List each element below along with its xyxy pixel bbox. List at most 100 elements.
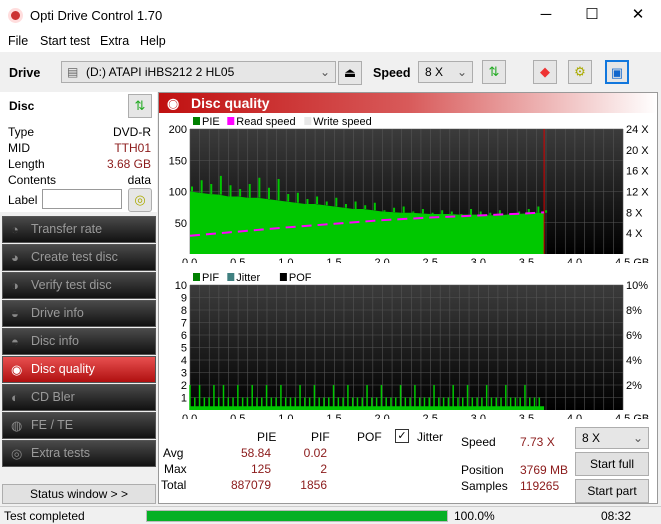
x-tick-label: 3.5 — [519, 257, 534, 263]
mid-value: TTH01 — [114, 141, 151, 155]
chevron-down-icon: ⌄ — [319, 65, 330, 79]
nav-label: Disc info — [31, 334, 79, 348]
disc-info-panel: Disc ⇅ Type DVD-R MID TTH01 Length 3.68 GB … — [0, 92, 157, 212]
disc-length-row: Length 3.68 GB — [8, 157, 151, 171]
x-tick-label: 3.5 — [519, 413, 534, 419]
position-label: Position — [461, 463, 504, 477]
erase-icon[interactable]: ◆ — [533, 60, 557, 84]
legend-label: PIF — [202, 272, 219, 284]
nav-fe-te[interactable]: ◍ FE / TE — [2, 412, 156, 439]
pie-max: 125 — [250, 462, 271, 476]
start-part-button[interactable]: Start part — [575, 479, 649, 503]
disc-refresh-icon[interactable]: ⇅ — [128, 94, 152, 118]
nav-label: Drive info — [31, 306, 84, 320]
x-tick-label: 0.5 — [230, 257, 245, 263]
label-label: Label — [8, 193, 38, 207]
y2-tick-label: 16 X — [626, 166, 649, 178]
pif-avg: 0.02 — [303, 446, 327, 460]
legend-label: PIE — [202, 116, 220, 128]
disc-icon: ◎ — [11, 446, 23, 461]
label-input[interactable] — [42, 189, 122, 209]
disc-icon: ◓ — [11, 334, 19, 349]
jitter-label: Jitter — [417, 430, 444, 444]
jitter-checkbox[interactable]: ✓ — [395, 429, 409, 443]
nav-create-test-disc[interactable]: ◕ Create test disc — [2, 244, 156, 271]
disc-icon: ◑ — [11, 278, 19, 293]
close-button[interactable]: ✕ — [615, 0, 661, 32]
disc-contents-row: Contents data — [8, 173, 151, 187]
legend-swatch — [227, 273, 235, 281]
y2-tick-label: 8% — [626, 305, 642, 317]
length-value: 3.68 GB — [106, 157, 151, 171]
menu-extra[interactable]: Extra — [100, 34, 129, 48]
x-tick-label: 4.0 — [567, 413, 582, 419]
x-tick-label: 0.0 — [182, 257, 197, 263]
pif-total: 1856 — [300, 478, 327, 492]
disc-icon: ◐ — [11, 390, 19, 405]
mid-label: MID — [8, 141, 30, 155]
pie-avg: 58.84 — [240, 446, 271, 460]
status-window-button[interactable]: Status window > > — [2, 484, 156, 504]
nav-verify-test-disc[interactable]: ◑ Verify test disc — [2, 272, 156, 299]
length-label: Length — [8, 157, 45, 171]
y-tick-label: 9 — [181, 293, 187, 305]
speed-select[interactable]: 8 X ⌄ — [418, 61, 473, 83]
minimize-button[interactable]: ─ — [523, 0, 569, 32]
menu-bar: File Start test Extra Help — [0, 32, 661, 52]
y-tick-label: 3 — [181, 368, 187, 380]
test-speed-select[interactable]: 8 X ⌄ — [575, 427, 649, 449]
legend-label: POF — [289, 272, 312, 284]
drive-select[interactable]: ▤ (D:) ATAPI iHBS212 2 HL05 ⌄ — [61, 61, 336, 83]
status-bar: Test completed 100.0% 08:32 — [0, 506, 661, 524]
menu-start-test[interactable]: Start test — [40, 34, 90, 48]
nav-extra-tests[interactable]: ◎ Extra tests — [2, 440, 156, 467]
test-speed-value: 8 X — [582, 431, 601, 445]
pif-max: 2 — [320, 462, 327, 476]
disc-icon: ◔ — [11, 222, 19, 237]
chevron-down-icon: ⌄ — [456, 65, 467, 79]
pif-chart: PIF Jitter POF 0.0 0.5 1.0 1.5 2.0 2.5 3.0 3.5 4.0 4… — [175, 272, 650, 419]
y-tick-label: 150 — [169, 155, 187, 167]
menu-file[interactable]: File — [8, 34, 28, 48]
label-apply-icon[interactable]: ◎ — [128, 188, 152, 212]
maximize-button[interactable]: ☐ — [569, 0, 615, 32]
x-tick-label: 3.0 — [471, 257, 486, 263]
settings-icon[interactable]: ⚙ — [568, 60, 592, 84]
disc-icon: ◉ — [11, 362, 23, 377]
x-tick-label: 3.0 — [471, 413, 486, 419]
x-tick-label: 1.0 — [278, 257, 293, 263]
position-value: 3769 MB — [520, 463, 569, 477]
y-tick-label: 2 — [181, 380, 187, 392]
y-tick-label: 10 — [175, 280, 187, 292]
total-label: Total — [161, 478, 187, 492]
nav-disc-info[interactable]: ◓ Disc info — [2, 328, 156, 355]
y-tick-label: 5 — [181, 343, 187, 355]
x-tick-label: 1.0 — [278, 413, 293, 419]
chevron-down-icon: ⌄ — [632, 431, 643, 445]
nav-label: Create test disc — [31, 250, 118, 264]
nav-cd-bler[interactable]: ◐ CD Bler — [2, 384, 156, 411]
contents-value: data — [127, 173, 151, 187]
y2-tick-label: 2% — [626, 380, 642, 392]
y2-tick-label: 4 X — [626, 228, 643, 240]
disc-mid-row: MID TTH01 — [8, 141, 151, 155]
nav-disc-quality[interactable]: ◉ Disc quality — [2, 356, 156, 383]
save-icon[interactable]: ▣ — [605, 60, 629, 84]
eject-button[interactable]: ⏏ — [338, 61, 362, 85]
legend-label: Jitter — [236, 272, 260, 284]
nav-label: Verify test disc — [31, 278, 112, 292]
legend-swatch — [227, 117, 235, 125]
x-tick-label: 2.5 — [423, 257, 438, 263]
y-tick-label: 100 — [169, 187, 187, 199]
menu-help[interactable]: Help — [140, 34, 166, 48]
progress-bar — [146, 510, 448, 522]
pif-base — [190, 406, 545, 410]
panel-title: Disc quality — [191, 95, 270, 111]
progress-text: 100.0% — [454, 509, 495, 523]
x-tick-label: 4.5 GB — [615, 413, 649, 419]
refresh-icon[interactable]: ⇅ — [482, 60, 506, 84]
nav-transfer-rate[interactable]: ◔ Transfer rate — [2, 216, 156, 243]
start-full-button[interactable]: Start full — [575, 452, 649, 476]
pie-total: 887079 — [230, 478, 271, 492]
nav-drive-info[interactable]: ◒ Drive info — [2, 300, 156, 327]
